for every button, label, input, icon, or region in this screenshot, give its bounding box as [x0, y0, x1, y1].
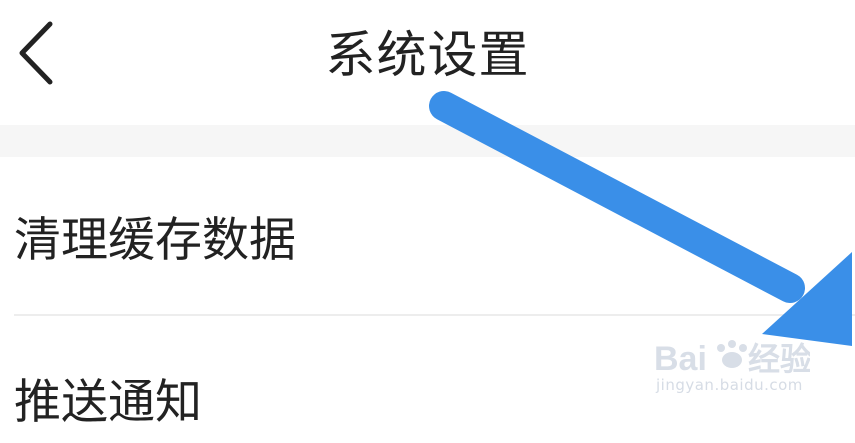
settings-item-clear-cache[interactable]: 清理缓存数据 — [0, 201, 855, 281]
settings-item-label: 推送通知 — [14, 375, 202, 430]
settings-list: 清理缓存数据 推送通知 — [0, 157, 855, 430]
section-divider-band — [0, 125, 855, 157]
page-title: 系统设置 — [325, 26, 530, 84]
list-divider — [14, 314, 855, 316]
settings-item-push-notifications[interactable]: 推送通知 — [0, 363, 855, 443]
settings-item-label: 清理缓存数据 — [14, 213, 296, 268]
top-bar: 系统设置 — [0, 0, 855, 125]
